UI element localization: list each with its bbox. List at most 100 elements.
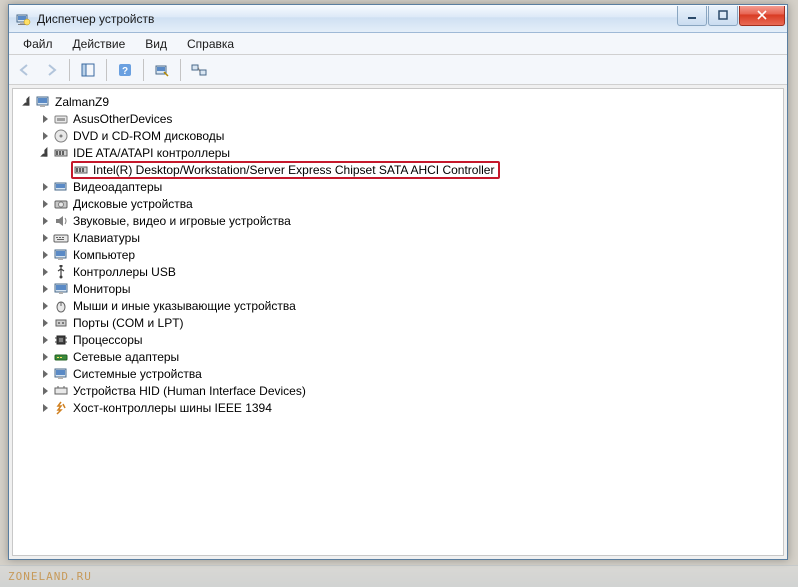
network-icon — [53, 349, 69, 365]
tree-device-highlighted[interactable]: Intel(R) Desktop/Workstation/Server Expr… — [55, 161, 783, 178]
tree-category[interactable]: Мыши и иные указывающие устройства — [37, 297, 783, 314]
tree-content[interactable]: ZalmanZ9 AsusOtherDevices DVD и CD-ROM д… — [12, 88, 784, 556]
monitor-icon — [53, 281, 69, 297]
background-taskbar — [0, 565, 798, 587]
category-label: Процессоры — [73, 333, 143, 347]
view-devices-button[interactable] — [187, 58, 211, 82]
help-button[interactable]: ? — [113, 58, 137, 82]
back-button[interactable] — [13, 58, 37, 82]
port-icon — [53, 315, 69, 331]
category-label: Устройства HID (Human Interface Devices) — [73, 384, 306, 398]
toolbar-separator — [143, 59, 144, 81]
tree-category[interactable]: Контроллеры USB — [37, 263, 783, 280]
tree-category[interactable]: Мониторы — [37, 280, 783, 297]
usb-icon — [53, 264, 69, 280]
tree-category[interactable]: Устройства HID (Human Interface Devices) — [37, 382, 783, 399]
expander-icon[interactable] — [39, 130, 51, 142]
expander-icon[interactable] — [21, 96, 33, 108]
expander-icon[interactable] — [39, 300, 51, 312]
category-label: Компьютер — [73, 248, 135, 262]
ide-controller-icon — [53, 145, 69, 161]
tree-category[interactable]: DVD и CD-ROM дисководы — [37, 127, 783, 144]
category-label: Дисковые устройства — [73, 197, 193, 211]
maximize-button[interactable] — [708, 6, 738, 26]
expander-icon[interactable] — [39, 334, 51, 346]
category-label: Видеоадаптеры — [73, 180, 162, 194]
close-button[interactable] — [739, 6, 785, 26]
svg-text:?: ? — [122, 66, 128, 77]
category-label: Сетевые адаптеры — [73, 350, 179, 364]
expander-icon[interactable] — [39, 385, 51, 397]
category-label: Хост-контроллеры шины IEEE 1394 — [73, 401, 272, 415]
expander-icon[interactable] — [39, 181, 51, 193]
device-manager-window: Диспетчер устройств Файл Действие Вид Сп… — [8, 4, 788, 560]
system-device-icon — [53, 366, 69, 382]
expander-icon[interactable] — [39, 351, 51, 363]
menu-help[interactable]: Справка — [177, 35, 244, 53]
tree-category[interactable]: Процессоры — [37, 331, 783, 348]
hid-icon — [53, 383, 69, 399]
tree-category[interactable]: Звуковые, видео и игровые устройства — [37, 212, 783, 229]
menu-view[interactable]: Вид — [135, 35, 177, 53]
scan-hardware-button[interactable] — [150, 58, 174, 82]
toolbar-separator — [106, 59, 107, 81]
titlebar-buttons — [676, 6, 785, 26]
expander-icon[interactable] — [39, 198, 51, 210]
menubar: Файл Действие Вид Справка — [9, 33, 787, 55]
keyboard-icon — [53, 230, 69, 246]
category-label: IDE ATA/ATAPI контроллеры — [73, 146, 230, 160]
sound-icon — [53, 213, 69, 229]
tree-root[interactable]: ZalmanZ9 — [19, 93, 783, 110]
category-label: DVD и CD-ROM дисководы — [73, 129, 224, 143]
cpu-icon — [53, 332, 69, 348]
tree-category-ide[interactable]: IDE ATA/ATAPI контроллеры — [37, 144, 783, 161]
expander-icon[interactable] — [39, 368, 51, 380]
window-title: Диспетчер устройств — [37, 12, 676, 26]
titlebar[interactable]: Диспетчер устройств — [9, 5, 787, 33]
forward-button[interactable] — [39, 58, 63, 82]
menu-action[interactable]: Действие — [63, 35, 136, 53]
tree-category[interactable]: Системные устройства — [37, 365, 783, 382]
expander-icon[interactable] — [39, 266, 51, 278]
expander-icon[interactable] — [39, 147, 51, 159]
show-hide-tree-button[interactable] — [76, 58, 100, 82]
expander-icon[interactable] — [39, 232, 51, 244]
watermark: ZONELAND.RU — [8, 570, 92, 583]
expander-icon[interactable] — [39, 249, 51, 261]
app-icon — [15, 11, 31, 27]
highlight-annotation: Intel(R) Desktop/Workstation/Server Expr… — [71, 161, 500, 179]
root-label: ZalmanZ9 — [55, 95, 109, 109]
category-label: Контроллеры USB — [73, 265, 176, 279]
category-label: Звуковые, видео и игровые устройства — [73, 214, 291, 228]
tree-category[interactable]: Сетевые адаптеры — [37, 348, 783, 365]
device-icon — [53, 111, 69, 127]
expander-icon[interactable] — [39, 317, 51, 329]
category-label: Мыши и иные указывающие устройства — [73, 299, 296, 313]
menu-file[interactable]: Файл — [13, 35, 63, 53]
expander-icon[interactable] — [39, 113, 51, 125]
display-adapter-icon — [53, 179, 69, 195]
toolbar-separator — [180, 59, 181, 81]
firewire-icon — [53, 400, 69, 416]
expander-icon[interactable] — [39, 215, 51, 227]
computer-icon — [53, 247, 69, 263]
tree-category[interactable]: Хост-контроллеры шины IEEE 1394 — [37, 399, 783, 416]
tree-category[interactable]: AsusOtherDevices — [37, 110, 783, 127]
ide-controller-icon — [73, 162, 89, 178]
computer-icon — [35, 94, 51, 110]
tree-category[interactable]: Компьютер — [37, 246, 783, 263]
tree-category[interactable]: Клавиатуры — [37, 229, 783, 246]
category-label: Системные устройства — [73, 367, 202, 381]
tree-category[interactable]: Порты (COM и LPT) — [37, 314, 783, 331]
category-label: AsusOtherDevices — [73, 112, 172, 126]
category-label: Мониторы — [73, 282, 130, 296]
category-label: Клавиатуры — [73, 231, 140, 245]
toolbar: ? — [9, 55, 787, 85]
category-label: Порты (COM и LPT) — [73, 316, 184, 330]
minimize-button[interactable] — [677, 6, 707, 26]
tree-category[interactable]: Видеоадаптеры — [37, 178, 783, 195]
expander-spacer — [57, 164, 69, 176]
expander-icon[interactable] — [39, 283, 51, 295]
expander-icon[interactable] — [39, 402, 51, 414]
tree-category[interactable]: Дисковые устройства — [37, 195, 783, 212]
